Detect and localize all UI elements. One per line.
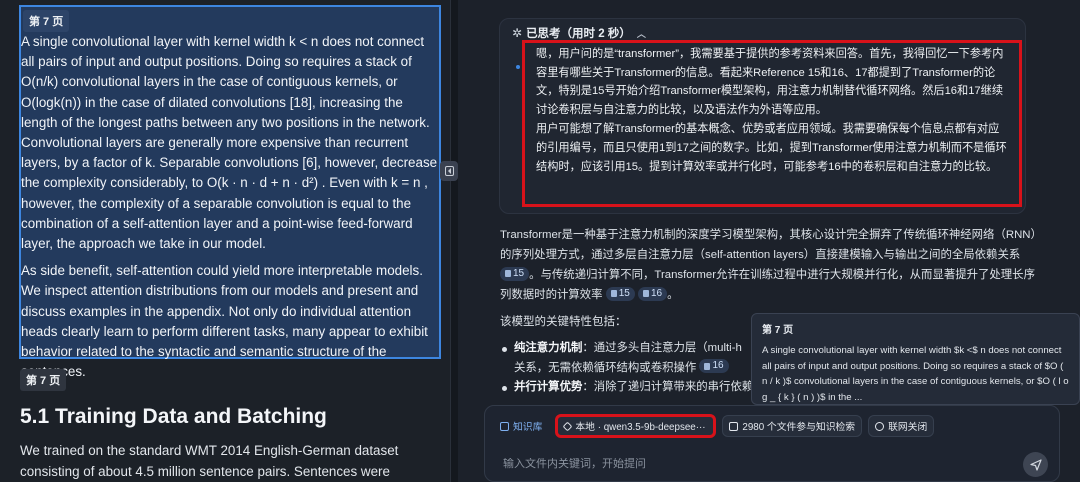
globe-icon bbox=[875, 421, 885, 431]
reference-number: 16 bbox=[712, 360, 724, 371]
reference-number: 15 bbox=[513, 267, 525, 279]
tooltip-body: A single convolutional layer with kernel… bbox=[762, 345, 1069, 403]
thinking-toggle[interactable]: ✲ 已思考（用时 2 秒） ︿ bbox=[512, 25, 646, 41]
doc-icon bbox=[505, 270, 511, 277]
list-item-continuation: 关系，无需依赖循环结构或卷积操作 16 bbox=[500, 359, 760, 379]
paragraph: We trained on the standard WMT 2014 Engl… bbox=[20, 443, 399, 479]
page-tag: 第 7 页 bbox=[23, 10, 70, 32]
answer-text: Transformer是一种基于注意力机制的深度学习模型架构，其核心设计完全摒弃… bbox=[500, 229, 1037, 261]
chevron-up-icon: ︿ bbox=[636, 28, 646, 39]
doc-icon bbox=[704, 362, 711, 370]
section-title: 5.1 Training Data and Batching bbox=[20, 405, 327, 428]
files-scope-button[interactable]: 2980 个文件参与知识检索 bbox=[722, 415, 863, 437]
reference-chip[interactable]: 15 bbox=[605, 286, 635, 301]
reference-number: 15 bbox=[618, 287, 630, 299]
book-icon bbox=[500, 421, 509, 431]
page-tag: 第 7 页 bbox=[20, 369, 67, 391]
reference-chip[interactable]: 16 bbox=[699, 359, 729, 373]
answer-text: 。与传统递归计算不同，Transformer允许在训练过程中进行大规模并行化，从… bbox=[500, 269, 1035, 301]
send-button[interactable] bbox=[1023, 452, 1048, 477]
input-toolbar: 知识库 本地 · qwen3.5-9b-deepsee··· 2980 个文件参… bbox=[493, 414, 935, 438]
features-label: 该模型的关键特性包括： bbox=[500, 316, 627, 328]
document-pane: 第 7 页 A single convolutional layer with … bbox=[0, 0, 450, 482]
files-scope-label: 2980 个文件参与知识检索 bbox=[742, 422, 856, 433]
thinking-header-label: 已思考（用时 2 秒） bbox=[526, 28, 631, 40]
thinking-paragraph: 用户可能想了解Transformer的基本概念、优势或者应用领域。我需要确保每个… bbox=[536, 123, 1007, 173]
web-search-toggle[interactable]: 联网关闭 bbox=[868, 415, 935, 437]
paragraph: A single convolutional layer with kernel… bbox=[21, 34, 438, 252]
answer-paragraph: Transformer是一种基于注意力机制的深度学习模型架构，其核心设计完全摒弃… bbox=[500, 225, 1040, 305]
reference-tooltip: 第 7 页 A single convolutional layer with … bbox=[751, 313, 1080, 405]
model-label: 本地 · qwen3.5-9b-deepsee··· bbox=[575, 422, 706, 433]
chat-input-area: 知识库 本地 · qwen3.5-9b-deepsee··· 2980 个文件参… bbox=[484, 405, 1060, 482]
sparkle-icon: ✲ bbox=[512, 26, 523, 40]
feature-title: 纯注意力机制 bbox=[514, 342, 583, 354]
tooltip-title: 第 7 页 bbox=[762, 325, 794, 336]
list-item: 并行计算优势：消除了递归计算带来的串行依赖 bbox=[500, 378, 760, 398]
selected-text: A single convolutional layer with kernel… bbox=[21, 32, 439, 389]
web-search-label: 联网关闭 bbox=[888, 422, 928, 433]
file-icon bbox=[729, 421, 739, 431]
feature-text: 关系，无需依赖循环结构或卷积操作 bbox=[514, 361, 697, 374]
feature-text: ：消除了递归计算带来的串行依赖 bbox=[582, 381, 754, 393]
knowledge-base-button[interactable]: 知识库 bbox=[493, 415, 549, 437]
pane-divider[interactable] bbox=[450, 0, 458, 482]
thinking-card: ✲ 已思考（用时 2 秒） ︿ 嗯，用户问的是“transformer”，我需要… bbox=[499, 18, 1026, 214]
feature-text: ：通过多头自注意力层（multi-h bbox=[582, 342, 742, 354]
reference-chip[interactable]: 16 bbox=[638, 286, 668, 301]
list-item: 纯注意力机制：通过多头自注意力层（multi-h bbox=[500, 339, 760, 359]
chat-input[interactable] bbox=[503, 458, 983, 470]
thinking-paragraph: 嗯，用户问的是“transformer”，我需要基于提供的参考资料来回答。首先，… bbox=[536, 48, 1004, 116]
thinking-content: 嗯，用户问的是“transformer”，我需要基于提供的参考资料来回答。首先，… bbox=[522, 40, 1022, 207]
reference-number: 16 bbox=[651, 287, 663, 299]
model-selector[interactable]: 本地 · qwen3.5-9b-deepsee··· bbox=[555, 414, 717, 438]
feature-title: 并行计算优势 bbox=[514, 381, 583, 393]
knowledge-base-label: 知识库 bbox=[513, 422, 543, 433]
collapse-panel-icon[interactable] bbox=[440, 161, 458, 181]
bullet-dot bbox=[516, 65, 520, 69]
paragraph: As side benefit, self-attention could yi… bbox=[21, 263, 428, 379]
reference-chip[interactable]: 15 bbox=[500, 266, 530, 281]
feature-list: 纯注意力机制：通过多头自注意力层（multi-h 关系，无需依赖循环结构或卷积操… bbox=[500, 339, 760, 398]
cube-icon bbox=[562, 421, 573, 431]
send-icon bbox=[1029, 458, 1042, 471]
doc-icon bbox=[610, 290, 617, 297]
doc-icon bbox=[643, 290, 649, 297]
selected-text-block[interactable]: 第 7 页 A single convolutional layer with … bbox=[19, 5, 441, 379]
answer-text: 。 bbox=[667, 289, 679, 301]
